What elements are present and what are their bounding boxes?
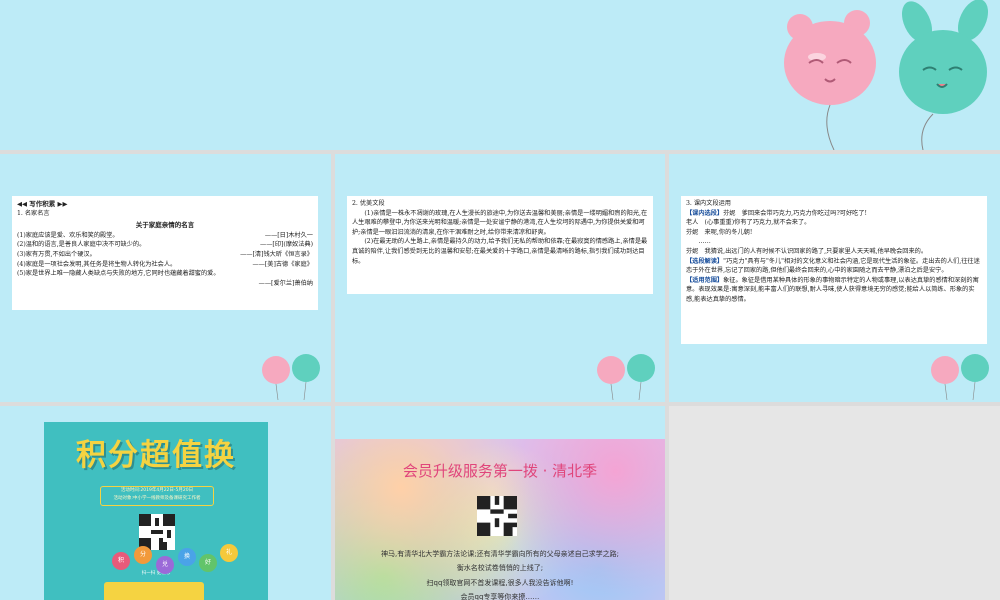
balloon-teal-icon	[899, 0, 989, 150]
passage-paragraph: (1)亲情是一株永不凋谢的玫瑰,在人生漫长的旅途中,为你送去温馨和美丽;亲情是一…	[352, 209, 648, 236]
usage-section: 【适用范围】象征。象征是借用某种具体的形象的事物暗示特定的人物或事理,以表达真挚…	[686, 276, 982, 305]
banner-line: 神马,有清华北大学霸方法论课;还有清华学霸向所有的父母亲述自己求学之路;	[381, 550, 619, 558]
usage-text: 象征。象征是借用某种具体的形象的事物暗示特定的人物或事理,以表达真挚的感情和深刻…	[686, 276, 979, 304]
quotes-title: 关于家庭亲情的名言	[135, 220, 195, 229]
quote-source: ——[爱尔兰]萧伯纳	[258, 279, 313, 287]
slide-beautiful-passages[interactable]: 2. 优美文段 (1)亲情是一株永不凋谢的玫瑰,在人生漫长的旅途中,为你送去温馨…	[335, 154, 665, 402]
quote-row: (3)家有万贯,不如出个硬汉。 ——[清]钱大昕《恒言录》	[17, 250, 313, 260]
section-title: 1. 名家名言	[17, 210, 50, 218]
quote-text: (4)家庭是一项社会发明,其任务是将生物人转化为社会人。	[17, 260, 177, 268]
qr-code-icon[interactable]	[139, 514, 175, 550]
quote-source: ——[日]木村久一	[264, 231, 313, 239]
promo-bubble: 好	[199, 554, 217, 572]
promo-bubble: 礼	[220, 544, 238, 562]
header-label: 写作积累	[29, 200, 56, 208]
quote-text: (1)家庭应该是爱、欢乐和笑的殿堂。	[17, 231, 119, 239]
promo-bubble: 积	[112, 552, 130, 570]
slide-famous-quotes[interactable]: ◀◀ 写作积累 ▶▶ 1. 名家名言 关于家庭亲情的名言 (1)家庭应该是爱、欢…	[0, 154, 331, 402]
dialogue-line: ……	[698, 238, 711, 246]
section-title: 2. 优美文段	[352, 200, 385, 207]
promo-bubble: 换	[178, 548, 196, 566]
promo-poster[interactable]: 积分超值换 活动时间:2019年4月22日-5月20日 活动对象:中小学一线教师…	[44, 422, 268, 600]
banner-line: 衡水名校试卷悄悄的上线了;	[456, 564, 544, 572]
promo-bubble: 分	[134, 546, 152, 564]
qr-code-icon[interactable]	[477, 496, 517, 536]
quote-text: (2)温和的语言,是善良人家庭中决不可缺少的。	[17, 241, 146, 249]
dialogue-line: 芬妮 爹回来会带巧克力,巧克力你吃过吗?可好吃了!	[723, 209, 868, 217]
dialogue-line: 老人 (心事重重)你有了巧克力,就不会来了。	[686, 219, 811, 227]
slide-membership-banner[interactable]: 会员升级服务第一拨 · 清北季 神马,有清华北大学霸方法论课;还有清华学霸向所有…	[335, 406, 665, 600]
slide-text-application[interactable]: 3. 课内文段运用 【课内选段】芬妮 爹回来会带巧克力,巧克力你吃过吗?可好吃了…	[669, 154, 1000, 402]
slide-points-promo[interactable]: 积分超值换 活动时间:2019年4月22日-5月20日 活动对象:中小学一线教师…	[0, 406, 331, 600]
quote-row: (4)家庭是一项社会发明,其任务是将生物人转化为社会人。 ——[美]古德《家庭》	[17, 260, 313, 270]
usage-label: 【适用范围】	[686, 276, 724, 284]
promo-info: 活动时间:2019年4月22日-5月20日 活动对象:中小学一线教师及备课研究工…	[100, 486, 214, 506]
promo-bubble: 兑	[156, 556, 174, 574]
quotes-card: ◀◀ 写作积累 ▶▶ 1. 名家名言 关于家庭亲情的名言 (1)家庭应该是爱、欢…	[12, 196, 318, 310]
title-slide[interactable]	[0, 0, 1000, 150]
promo-caption: 扫一扫 更精彩	[141, 571, 171, 576]
select-label: 【课内选段】	[686, 209, 724, 217]
passages-card: 2. 优美文段 (1)亲情是一株永不凋谢的玫瑰,在人生漫长的旅途中,为你送去温馨…	[347, 196, 653, 294]
select-line: 【课内选段】芬妮 爹回来会带巧克力,巧克力你吃过吗?可好吃了!	[686, 209, 982, 219]
empty-slot	[669, 406, 1000, 600]
dialogue-line: 芬妮 我猜说,出远门的人有时候不认识回家的路了,只要家里人天天喊,他早晚会回来的…	[686, 248, 928, 256]
promo-title: 积分超值换	[76, 438, 236, 473]
quote-text: (3)家有万贯,不如出个硬汉。	[17, 250, 96, 258]
application-card: 3. 课内文段运用 【课内选段】芬妮 爹回来会带巧克力,巧克力你吃过吗?可好吃了…	[681, 196, 987, 344]
promo-info-line: 活动时间:2019年4月22日-5月20日	[120, 488, 194, 493]
quote-source: ——[印](摩奴法典)	[260, 241, 313, 249]
banner-line: 会员qq专享等你来撩……	[460, 593, 540, 600]
quote-row: (2)温和的语言,是善良人家庭中决不可缺少的。 ——[印](摩奴法典)	[17, 240, 313, 250]
balloon-pink-icon	[784, 10, 876, 150]
balloons-small-icon	[931, 354, 989, 400]
banner-line: 扫qq领取官网不首发课程,很多人我没告诉他啊!	[426, 579, 574, 587]
promo-info-line: 活动对象:中小学一线教师及备课研究工作者	[113, 496, 201, 501]
quote-source: ——[美]古德《家庭》	[252, 260, 313, 268]
banner-title: 会员升级服务第一拨 · 清北季	[402, 462, 598, 480]
section-header: ◀◀ 写作积累 ▶▶	[17, 200, 68, 208]
passage-paragraph: (2)在最无助的人生路上,亲情是最持久的动力,给予我们无私的帮助和依靠;在最寂寞…	[352, 238, 648, 265]
quote-row: (5)家是世界上唯一隐藏人类缺点与失败的地方,它同时也蕴藏着甜蜜的爱。	[17, 269, 313, 279]
quote-text: (5)家是世界上唯一隐藏人类缺点与失败的地方,它同时也蕴藏着甜蜜的爱。	[17, 270, 220, 278]
dialogue-line: 芬妮 来呢,你的冬儿朝!	[686, 228, 753, 236]
reading-text: "巧克力"具有与"冬儿"相对的文化意义和社会内涵,它是现代生活的象征。走出去的人…	[686, 257, 980, 275]
balloons-small-icon	[262, 354, 320, 400]
quote-source: ——[清]钱大昕《恒言录》	[240, 250, 313, 258]
reading-section: 【选段解读】"巧克力"具有与"冬儿"相对的文化意义和社会内涵,它是现代生活的象征…	[686, 257, 982, 276]
reading-label: 【选段解读】	[686, 257, 724, 265]
quote-row: (1)家庭应该是爱、欢乐和笑的殿堂。 ——[日]木村久一	[17, 231, 313, 241]
promo-gift-icon	[104, 582, 204, 600]
balloons-small-icon	[597, 354, 655, 400]
section-title: 3. 课内文段运用	[686, 200, 731, 207]
